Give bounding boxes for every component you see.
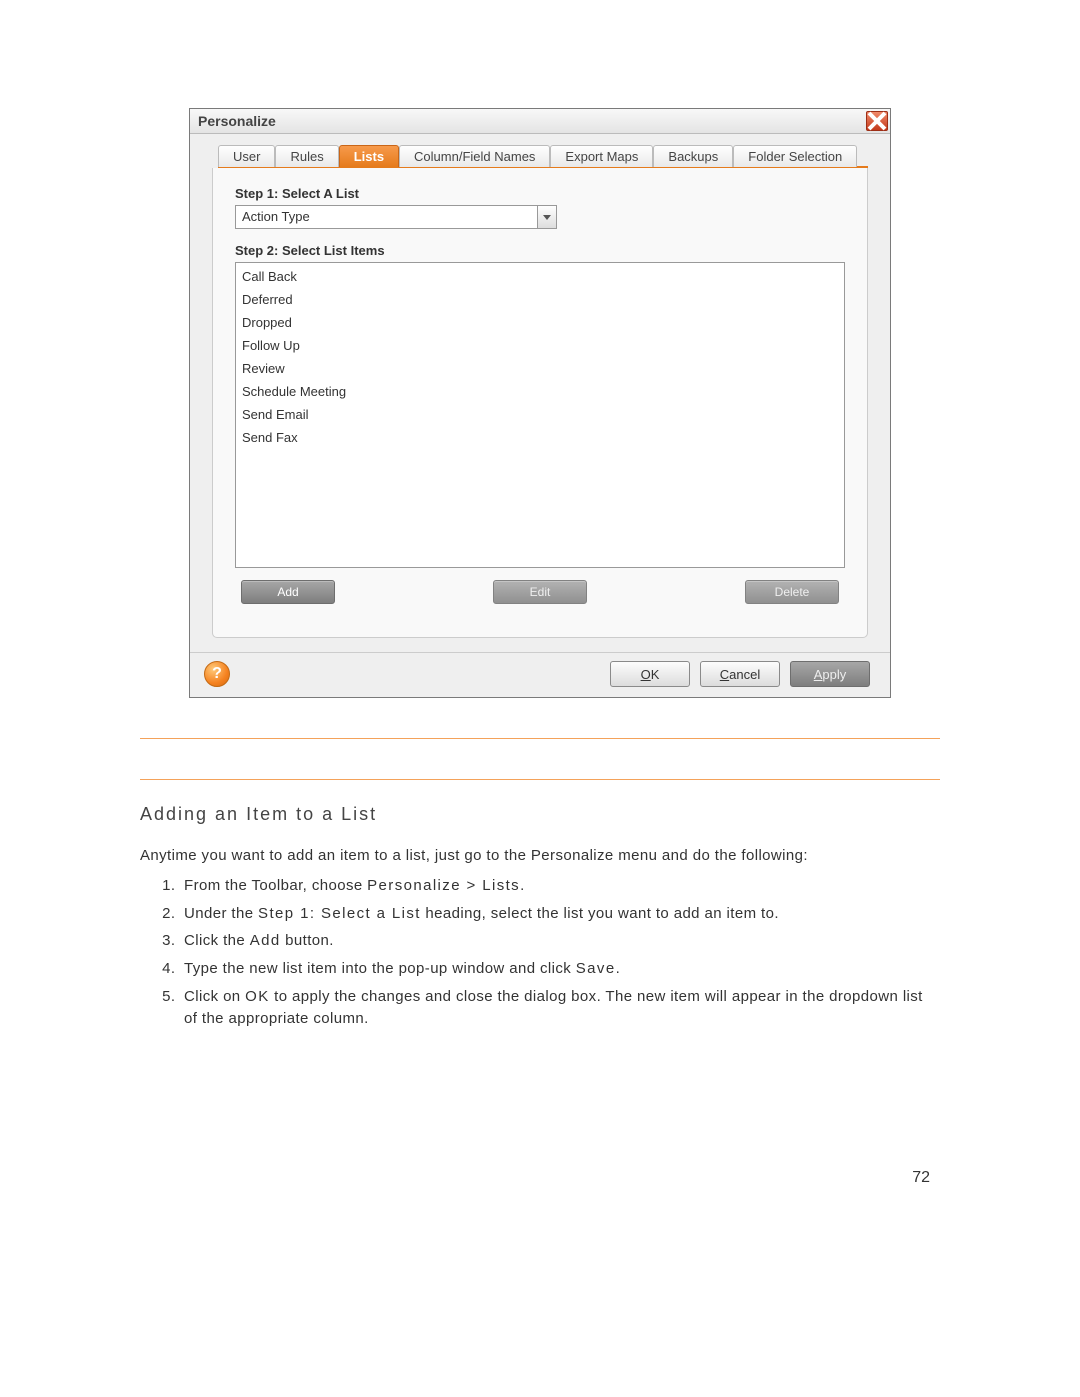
tab-user[interactable]: User (218, 145, 275, 167)
list-select-combo[interactable]: Action Type (235, 205, 557, 229)
list-item[interactable]: Review (240, 357, 840, 380)
tab-panel: Step 1: Select A List Action Type Step 2… (212, 168, 868, 638)
cancel-button[interactable]: Cancel (700, 661, 780, 687)
page-number: 72 (912, 1169, 930, 1187)
intro-paragraph: Anytime you want to add an item to a lis… (140, 845, 940, 867)
step-item: Under the Step 1: Select a List heading,… (180, 903, 940, 925)
steps-list: From the Toolbar, choose Personalize > L… (140, 875, 940, 1030)
tab-folder-selection[interactable]: Folder Selection (733, 145, 857, 167)
step2-label: Step 2: Select List Items (235, 243, 845, 258)
list-action-row: Add Edit Delete (235, 580, 845, 604)
combo-value: Action Type (236, 206, 537, 228)
step-item: Click the Add button. (180, 930, 940, 952)
ok-button[interactable]: OK (610, 661, 690, 687)
step-item: From the Toolbar, choose Personalize > L… (180, 875, 940, 897)
window-title: Personalize (198, 113, 276, 129)
divider (140, 779, 940, 780)
step-item: Type the new list item into the pop-up w… (180, 958, 940, 980)
list-item[interactable]: Send Fax (240, 426, 840, 449)
personalize-dialog: Personalize User Rules Lists Column/Fiel… (189, 108, 891, 698)
list-item[interactable]: Send Email (240, 403, 840, 426)
dialog-footer: ? OK Cancel Apply (190, 652, 890, 697)
list-item[interactable]: Deferred (240, 288, 840, 311)
list-item[interactable]: Dropped (240, 311, 840, 334)
tab-lists[interactable]: Lists (339, 145, 399, 167)
step-item: Click on OK to apply the changes and clo… (180, 986, 940, 1030)
list-item[interactable]: Follow Up (240, 334, 840, 357)
section-heading: Adding an Item to a List (140, 804, 940, 825)
tab-rules[interactable]: Rules (275, 145, 338, 167)
list-items-box[interactable]: Call Back Deferred Dropped Follow Up Rev… (235, 262, 845, 568)
tab-export-maps[interactable]: Export Maps (550, 145, 653, 167)
chevron-down-icon[interactable] (537, 206, 556, 228)
tab-column-field-names[interactable]: Column/Field Names (399, 145, 550, 167)
help-icon[interactable]: ? (204, 661, 230, 687)
titlebar: Personalize (190, 109, 890, 134)
delete-button[interactable]: Delete (745, 580, 839, 604)
apply-button[interactable]: Apply (790, 661, 870, 687)
list-item[interactable]: Schedule Meeting (240, 380, 840, 403)
step1-label: Step 1: Select A List (235, 186, 845, 201)
list-item[interactable]: Call Back (240, 265, 840, 288)
tab-strip: User Rules Lists Column/Field Names Expo… (218, 144, 868, 168)
divider (140, 738, 940, 739)
tab-backups[interactable]: Backups (653, 145, 733, 167)
close-icon[interactable] (866, 111, 888, 131)
edit-button[interactable]: Edit (493, 580, 587, 604)
dialog-body: User Rules Lists Column/Field Names Expo… (190, 134, 890, 652)
add-button[interactable]: Add (241, 580, 335, 604)
